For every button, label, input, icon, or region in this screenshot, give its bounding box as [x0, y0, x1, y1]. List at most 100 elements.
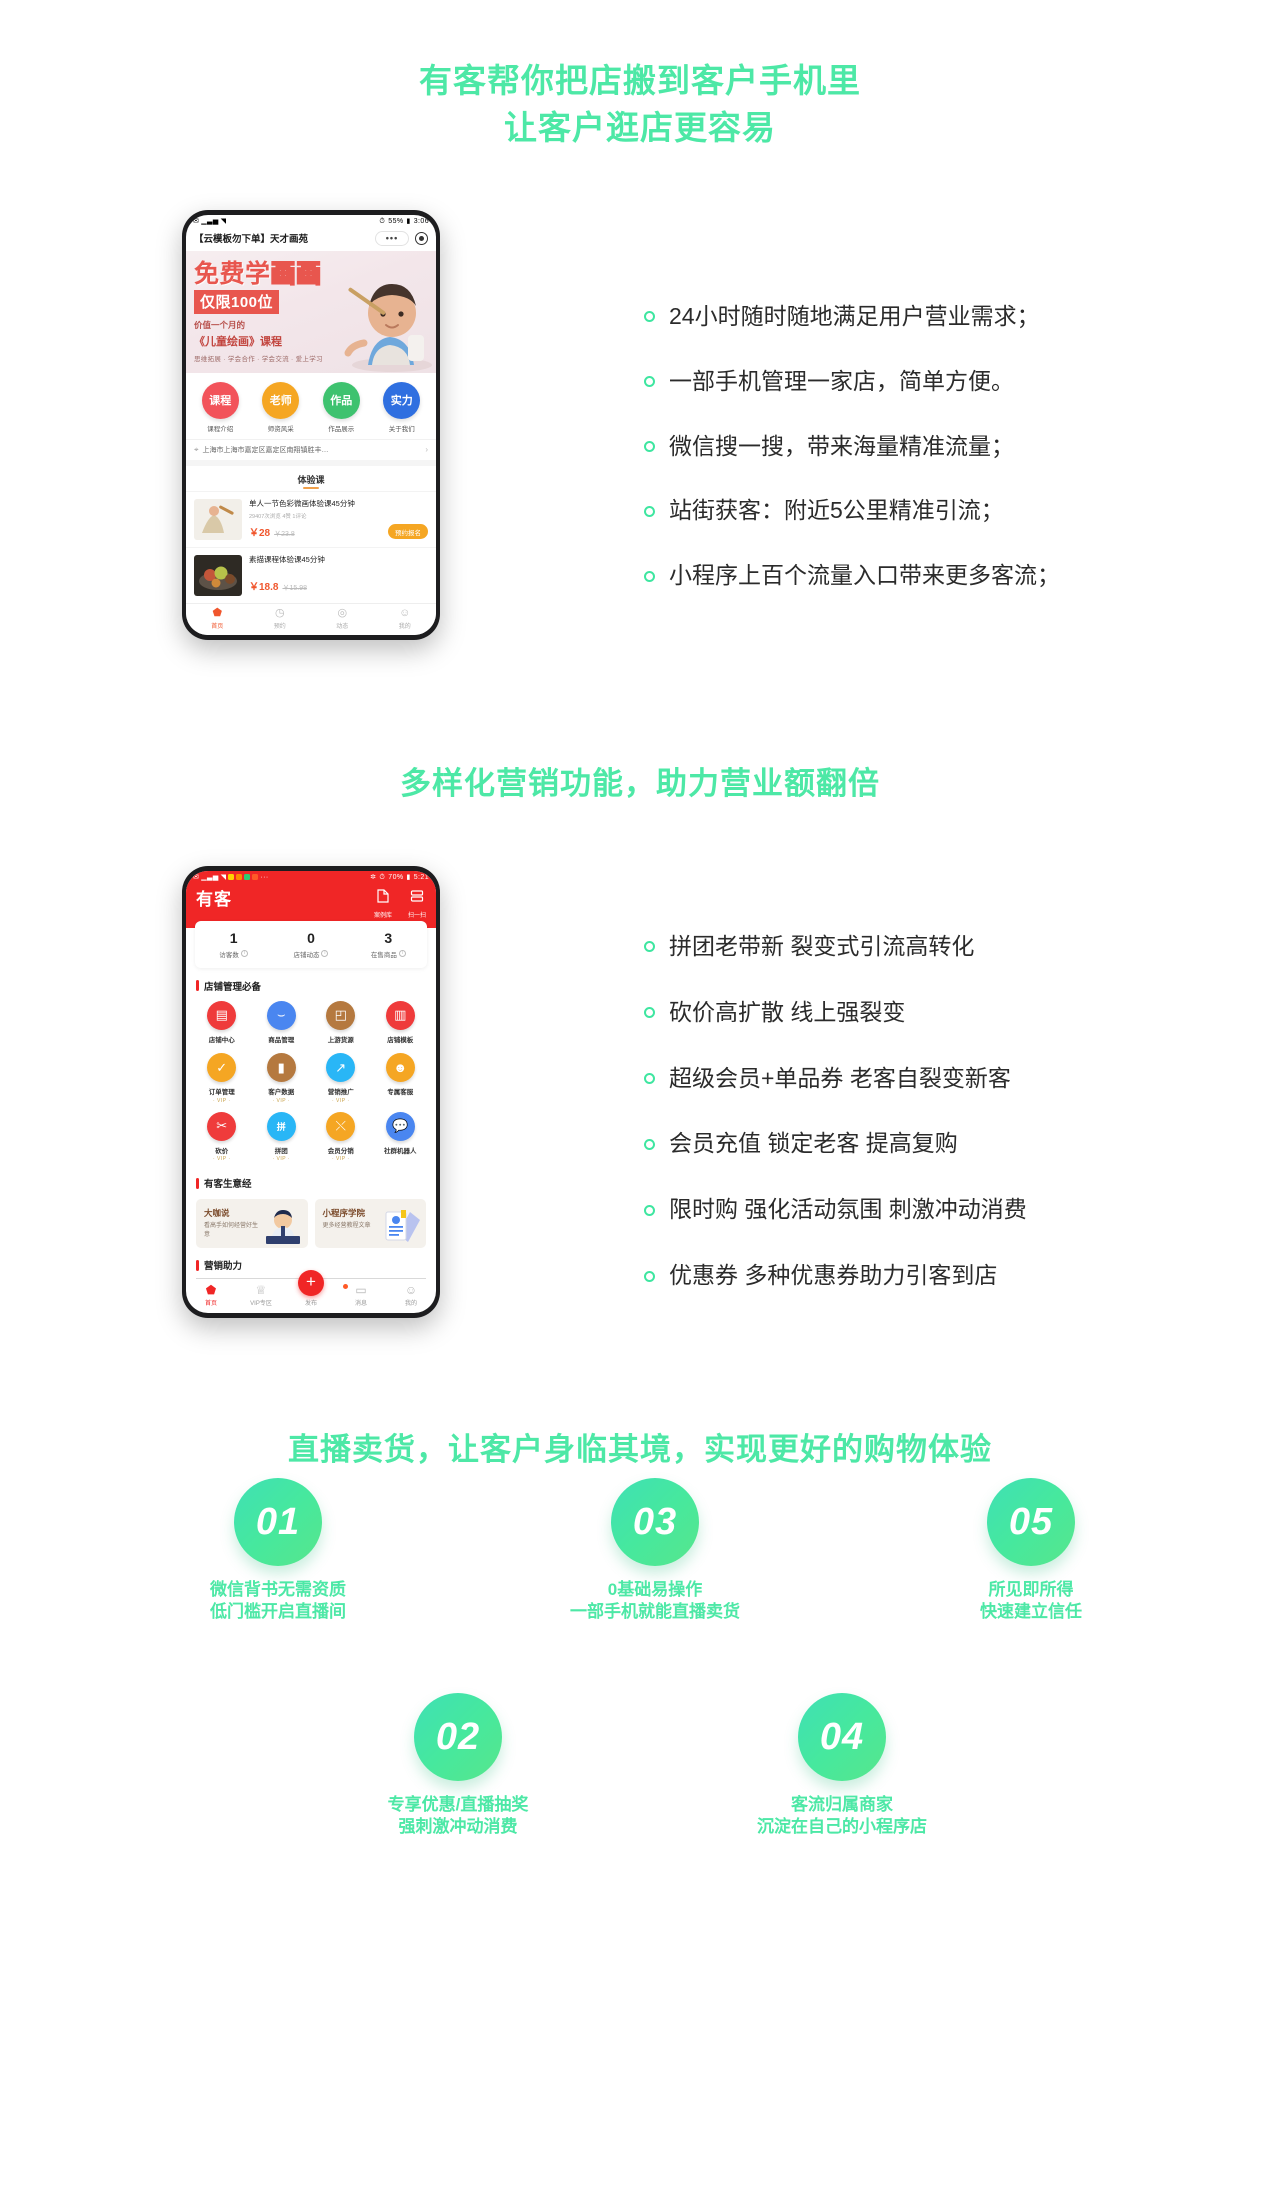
grid-item[interactable]: 💬 社群机器人: [371, 1111, 431, 1163]
phone1-statusbar: ✉ ▁▃▅ ◥ ⏱ 55% ▮ 3:06: [186, 215, 436, 227]
grid-item[interactable]: ◰ 上游货源: [311, 1000, 371, 1046]
plus-icon[interactable]: +: [298, 1269, 324, 1296]
grid-item[interactable]: ↗ 营销推广 · VIP ·: [311, 1053, 371, 1104]
wechat-capsule[interactable]: •••: [375, 230, 428, 246]
battery-level: 55%: [388, 217, 404, 225]
grid-item[interactable]: ▤ 店铺中心: [192, 1000, 252, 1046]
hero-headline-a: 免费学: [194, 259, 271, 288]
grid-vip: · VIP ·: [272, 1156, 291, 1163]
stat-item[interactable]: 1 访客数 i: [195, 930, 272, 959]
scan-button[interactable]: 扫一扫: [408, 889, 426, 919]
phone1-tabbar: ⬟ 首页 ◷ 预约 ◎ 动态 ☺ 我的: [186, 602, 437, 635]
feature-caption-line1: 客流归属商家: [791, 1794, 893, 1814]
grid-item[interactable]: ✂ 砍价 · VIP ·: [192, 1111, 252, 1163]
speaker-illustration: [265, 1210, 300, 1245]
category-item[interactable]: 老师 师资风采: [257, 381, 305, 433]
tab-label: 我的: [404, 1300, 417, 1307]
section-store-in-pocket: 有客帮你把店搬到客户手机里 让客户逛店更容易 ✉ ▁▃▅ ◥ ⏱ 55% ▮ 3…: [0, 0, 1280, 640]
phone2-tabbar: ⬟ 首页 ♕ VIP专区 + 发布 ▭ 消息 ☺ 我的: [186, 1269, 436, 1313]
live-feature-03[interactable]: 03 0基础易操作 一部手机就能直播卖货: [560, 1477, 750, 1624]
category-item[interactable]: 实力 关于我们: [378, 381, 426, 433]
phone1-hero-banner[interactable]: 免费学画画 仅限100位 价值一个月的 《儿童绘画》课程 思维拓展 · 学会合作…: [186, 250, 436, 373]
category-badge: 实力: [383, 381, 421, 419]
feature-caption-line1: 0基础易操作: [607, 1579, 703, 1599]
tab-home[interactable]: ⬟ 首页: [186, 1270, 236, 1307]
target-icon[interactable]: [415, 231, 428, 245]
stat-item[interactable]: 0 店铺动态 i: [272, 930, 349, 959]
product-thumbnail: [194, 498, 242, 540]
content-card[interactable]: 小程序学院 更多经营教程文章: [314, 1199, 426, 1249]
tab-publish[interactable]: + 发布: [286, 1269, 336, 1307]
grid-item[interactable]: ⤬ 会员分销 · VIP ·: [311, 1111, 371, 1163]
grid-label: 店铺中心: [208, 1036, 235, 1044]
info-icon[interactable]: i: [321, 950, 329, 958]
live-feature-01[interactable]: 01 微信背书无需资质 低门槛开启直播间: [183, 1477, 373, 1624]
bullet-text: 微信搜一搜，带来海量精准流量；: [669, 432, 1014, 459]
tab-label: VIP专区: [250, 1300, 272, 1307]
app-icon-red: [252, 874, 259, 881]
content-card[interactable]: 大咖说 看高手如何经营好生意: [196, 1199, 308, 1249]
card-subtitle: 更多经营教程文章: [322, 1223, 371, 1230]
location-pin-icon: ⌖: [194, 444, 199, 454]
capsule-menu[interactable]: •••: [375, 230, 409, 246]
trend-icon: ↗: [326, 1053, 356, 1083]
calendar-icon: ◷: [274, 606, 285, 619]
stat-label-row: 访客数 i: [195, 949, 272, 959]
phone-mockup-shop: ✉ ▁▃▅ ◥ ⏱ 55% ▮ 3:06 【云模板勿下单】天才画苑 ••• 免费…: [182, 209, 440, 640]
vip-icon: ♕: [255, 1282, 267, 1297]
feature-number-badge: 03: [611, 1477, 699, 1566]
tab-trial-course[interactable]: 体验课: [186, 466, 436, 491]
live-feature-05[interactable]: 05 所见即所得 快速建立信任: [936, 1477, 1126, 1624]
stat-label: 店铺动态: [293, 951, 320, 959]
stat-item[interactable]: 3 在售商品 i: [350, 930, 427, 959]
grid-item[interactable]: ☻ 专属客服: [371, 1053, 431, 1104]
product-info: 单人一节色彩微画体验课45分钟 29407次浏览 4赞 1评论 ￥28 ￥23.…: [249, 499, 428, 540]
stat-value: 0: [307, 929, 315, 946]
headset-icon: ☻: [385, 1053, 415, 1083]
phone-mockup-app: ✉ ▁▃▅ ◥ ··· ✲ ⏱ 70% ▮ 5:21 有客 案例库 扫一扫 1 …: [182, 865, 440, 1318]
grid-item[interactable]: ▥ 店铺模板: [371, 1000, 431, 1046]
bullet-item: 站街获客：附近5公里精准引流；: [644, 496, 1060, 526]
grid-vip: · VIP ·: [331, 1156, 350, 1163]
tab-mine[interactable]: ☺ 我的: [386, 1270, 436, 1307]
grid-vip: · VIP ·: [212, 1156, 231, 1163]
category-badge: 老师: [262, 381, 300, 419]
product-thumbnail: [194, 554, 242, 596]
feature-caption-line2: 一部手机就能直播卖货: [570, 1602, 740, 1622]
grid-vip: · VIP ·: [272, 1097, 291, 1104]
stat-value: 3: [384, 929, 393, 946]
grid-item[interactable]: ✓ 订单管理 · VIP ·: [192, 1053, 252, 1104]
category-item[interactable]: 作品 作品展示: [317, 381, 365, 433]
live-feature-02[interactable]: 02 专享优惠/直播抽奖 强刺激冲动消费: [363, 1692, 553, 1839]
grid-item[interactable]: ▮ 客户数据 · VIP ·: [252, 1053, 312, 1104]
live-feature-04[interactable]: 04 客流归属商家 沉淀在自己的小程序店: [747, 1692, 937, 1839]
bullet-circle-icon: [644, 1007, 655, 1019]
group-title-text: 有客生意经: [204, 1179, 252, 1191]
tab-dynamic[interactable]: ◎ 动态: [311, 607, 374, 630]
grid-label: 上游货源: [327, 1036, 354, 1044]
book-button[interactable]: 预约报名: [388, 524, 428, 540]
product-row[interactable]: 素描课程体验课45分钟 ￥18.8 ￥15.98: [186, 546, 436, 603]
grid-label: 订单管理: [208, 1089, 235, 1097]
store-address-row[interactable]: ⌖ 上海市上海市嘉定区嘉定区南翔镇胜丰… ›: [186, 438, 436, 466]
tab-home[interactable]: ⬟ 首页: [186, 607, 249, 630]
tab-booking[interactable]: ◷ 预约: [249, 606, 312, 630]
category-label: 作品展示: [328, 425, 355, 433]
grid-item[interactable]: ⌣ 商品管理: [252, 1000, 312, 1046]
feature-number-badge: 04: [798, 1692, 886, 1781]
grid-item[interactable]: 拼 拼团 · VIP ·: [252, 1111, 312, 1163]
bullet-text: 站街获客：附近5公里精准引流；: [669, 497, 1004, 524]
section1-heading-line2: 让客户逛店更容易: [504, 108, 776, 146]
tab-vip[interactable]: ♕ VIP专区: [236, 1270, 286, 1307]
product-row[interactable]: 单人一节色彩微画体验课45分钟 29407次浏览 4赞 1评论 ￥28 ￥23.…: [186, 490, 436, 547]
tab-message[interactable]: ▭ 消息: [336, 1270, 386, 1307]
child-illustration: [344, 283, 432, 372]
phone2-card-row: 大咖说 看高手如何经营好生意 小程序学院 更多经营教程文章: [186, 1196, 436, 1256]
case-library-button[interactable]: 案例库: [374, 889, 392, 919]
feature-caption-line2: 强刺激冲动消费: [398, 1817, 518, 1837]
info-icon[interactable]: i: [240, 950, 248, 958]
info-icon[interactable]: i: [398, 950, 406, 958]
tab-mine[interactable]: ☺ 我的: [374, 607, 437, 630]
category-item[interactable]: 课程 课程介绍: [196, 381, 244, 433]
bullet-item: 拼团老带新 裂变式引流高转化: [644, 932, 1027, 962]
